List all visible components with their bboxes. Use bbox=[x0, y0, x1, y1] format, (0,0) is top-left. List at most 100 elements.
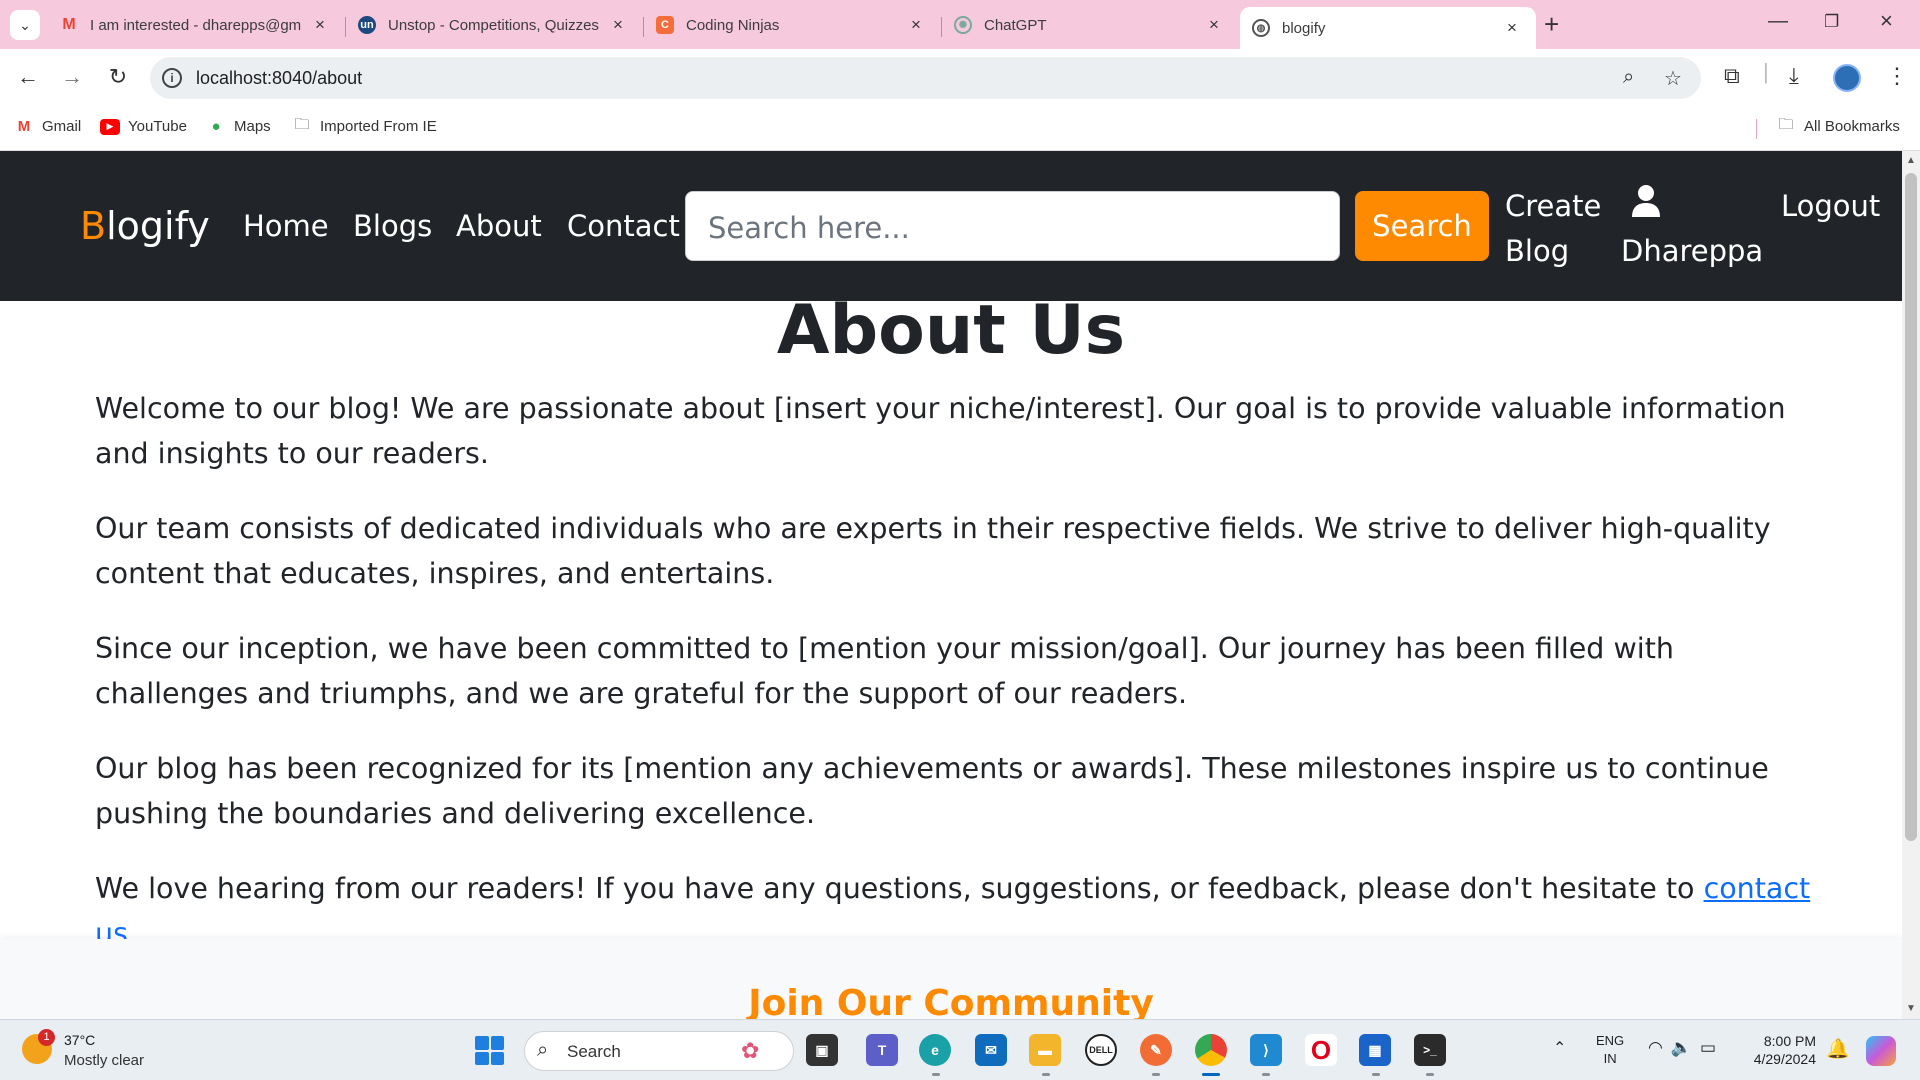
nav-blogs[interactable]: Blogs bbox=[353, 209, 432, 243]
close-icon[interactable]: × bbox=[1502, 18, 1522, 38]
create-blog-link[interactable]: Create Blog bbox=[1505, 184, 1615, 274]
brand-initial: B bbox=[80, 204, 107, 248]
wifi-icon[interactable]: ◠ bbox=[1648, 1038, 1671, 1057]
scroll-up-icon[interactable]: ▲ bbox=[1906, 155, 1916, 166]
language-indicator[interactable]: ENG IN bbox=[1596, 1032, 1624, 1068]
running-indicator bbox=[1426, 1073, 1434, 1076]
tab-title: I am interested - dharepps@gm bbox=[90, 16, 302, 34]
browser-toolbar: ← → ↻ i localhost:8040/about ⌕ ☆ ⧉ | ⤓ ⋮ bbox=[0, 49, 1920, 108]
coding-ninjas-icon: C bbox=[656, 16, 674, 34]
logout-link[interactable]: Logout bbox=[1781, 184, 1880, 229]
tab-chatgpt[interactable]: ✺ ChatGPT × bbox=[942, 6, 1238, 44]
system-tray-icons[interactable]: ◠🔈▭ bbox=[1648, 1038, 1724, 1058]
opera-icon[interactable]: O bbox=[1305, 1034, 1337, 1066]
toolbar-divider: | bbox=[1763, 59, 1769, 84]
restore-icon[interactable]: ❐ bbox=[1824, 12, 1839, 32]
task-view-icon[interactable]: ▣ bbox=[806, 1034, 838, 1066]
tab-coding-ninjas[interactable]: C Coding Ninjas × bbox=[644, 6, 940, 44]
back-icon[interactable]: ← bbox=[13, 64, 43, 90]
minimize-icon[interactable]: — bbox=[1768, 10, 1788, 33]
search-input[interactable]: Search here... bbox=[685, 191, 1340, 261]
site-info-icon[interactable]: i bbox=[162, 68, 182, 88]
windows-taskbar: 1 37°C Mostly clear ⌕ Search ✿ ▣ T e ✉ ▬… bbox=[0, 1019, 1920, 1080]
bookmark-star-icon[interactable]: ☆ bbox=[1664, 66, 1682, 91]
search-button[interactable]: Search bbox=[1355, 191, 1489, 261]
tab-title: ChatGPT bbox=[984, 16, 1047, 34]
community-title: Join Our Community bbox=[748, 983, 1154, 1019]
bookmark-label: Imported From IE bbox=[320, 118, 437, 135]
copilot-icon[interactable] bbox=[1866, 1036, 1896, 1066]
about-paragraph: Our blog has been recognized for its [me… bbox=[95, 752, 1769, 830]
volume-icon[interactable]: 🔈 bbox=[1671, 1038, 1700, 1057]
tab-blogify[interactable]: ◍ blogify × bbox=[1240, 7, 1536, 49]
clock[interactable]: 8:00 PM 4/29/2024 bbox=[1748, 1032, 1816, 1068]
all-bookmarks-label: All Bookmarks bbox=[1804, 118, 1900, 135]
close-icon[interactable]: × bbox=[608, 15, 628, 35]
scrollbar-thumb[interactable] bbox=[1905, 173, 1917, 841]
chevron-up-icon[interactable]: ⌃ bbox=[1553, 1038, 1566, 1058]
profile-avatar[interactable] bbox=[1833, 64, 1861, 92]
user-menu[interactable]: Dhareppa bbox=[1621, 184, 1763, 274]
bookmark-maps[interactable]: ● Maps bbox=[206, 118, 270, 135]
url-text[interactable]: localhost:8040/about bbox=[196, 68, 362, 89]
dell-icon[interactable]: DELL bbox=[1085, 1034, 1117, 1066]
sketch-app-icon[interactable]: ✎ bbox=[1140, 1034, 1172, 1066]
folder-icon: 🗀 bbox=[1778, 116, 1794, 133]
bookmark-imported-from-ie[interactable]: 🗀 Imported From IE bbox=[292, 116, 437, 135]
brand-rest: logify bbox=[106, 204, 210, 248]
weather-description[interactable]: Mostly clear bbox=[64, 1052, 144, 1069]
tab-gmail[interactable]: M I am interested - dharepps@gm × bbox=[48, 6, 344, 44]
close-icon[interactable]: × bbox=[906, 15, 926, 35]
user-name: Dhareppa bbox=[1621, 234, 1764, 268]
download-icon[interactable]: ⤓ bbox=[1789, 63, 1799, 89]
page-scrollbar[interactable]: ▲ ▼ bbox=[1902, 151, 1920, 1019]
search-highlight-icon: ✿ bbox=[741, 1038, 760, 1063]
gmail-icon: M bbox=[62, 16, 76, 33]
weather-temperature[interactable]: 37°C bbox=[64, 1032, 95, 1048]
maps-pin-icon: ● bbox=[211, 118, 221, 135]
teams-icon[interactable]: T bbox=[866, 1034, 898, 1066]
close-icon[interactable]: × bbox=[310, 15, 330, 35]
tab-unstop[interactable]: un Unstop - Competitions, Quizzes × bbox=[346, 6, 642, 44]
zoom-icon[interactable]: ⌕ bbox=[1623, 66, 1634, 89]
chrome-icon[interactable] bbox=[1195, 1034, 1227, 1066]
close-window-icon[interactable]: × bbox=[1880, 8, 1893, 34]
forward-icon[interactable]: → bbox=[57, 64, 87, 90]
community-section: Join Our Community bbox=[0, 939, 1902, 1019]
brand-logo[interactable]: Blogify bbox=[80, 204, 210, 248]
gmail-icon: M bbox=[17, 118, 31, 135]
extensions-icon[interactable]: ⧉ bbox=[1724, 63, 1740, 89]
edge-icon[interactable]: e bbox=[919, 1034, 951, 1066]
close-icon[interactable]: × bbox=[1204, 15, 1224, 35]
running-indicator-active bbox=[1202, 1073, 1220, 1076]
bookmark-divider bbox=[1756, 119, 1757, 139]
clock-time: 8:00 PM bbox=[1763, 1033, 1816, 1049]
nav-contact[interactable]: Contact bbox=[567, 209, 680, 243]
user-icon bbox=[1631, 184, 1763, 229]
store-icon[interactable]: ▦ bbox=[1359, 1034, 1391, 1066]
menu-dots-icon[interactable]: ⋮ bbox=[1886, 63, 1908, 89]
windows-start-icon[interactable] bbox=[475, 1036, 504, 1065]
taskbar-search[interactable]: ⌕ Search ✿ bbox=[524, 1031, 794, 1071]
reload-icon[interactable]: ↻ bbox=[103, 64, 133, 90]
vscode-icon[interactable]: ⟩ bbox=[1250, 1034, 1282, 1066]
mail-icon[interactable]: ✉ bbox=[975, 1034, 1007, 1066]
running-indicator bbox=[1152, 1073, 1160, 1076]
scroll-down-icon[interactable]: ▼ bbox=[1906, 1003, 1916, 1014]
terminal-icon[interactable]: >_ bbox=[1414, 1034, 1446, 1066]
file-explorer-icon[interactable]: ▬ bbox=[1029, 1034, 1061, 1066]
address-bar[interactable]: i localhost:8040/about ⌕ ☆ bbox=[150, 57, 1701, 99]
folder-icon: 🗀 bbox=[294, 116, 310, 133]
chevron-down-icon: ⌄ bbox=[19, 16, 31, 33]
about-paragraph: Our team consists of dedicated individua… bbox=[95, 512, 1771, 590]
all-bookmarks[interactable]: 🗀 All Bookmarks bbox=[1776, 116, 1900, 135]
new-tab-button[interactable]: + bbox=[1544, 11, 1559, 37]
clock-date: 4/29/2024 bbox=[1753, 1051, 1816, 1067]
bookmark-gmail[interactable]: M Gmail bbox=[14, 118, 81, 135]
battery-icon[interactable]: ▭ bbox=[1700, 1038, 1724, 1057]
tab-search-button[interactable]: ⌄ bbox=[10, 10, 40, 40]
bookmark-youtube[interactable]: ▶ YouTube bbox=[100, 118, 187, 135]
notification-bell-icon[interactable]: 🔔 bbox=[1826, 1037, 1850, 1061]
nav-home[interactable]: Home bbox=[243, 209, 329, 243]
nav-about[interactable]: About bbox=[456, 209, 542, 243]
